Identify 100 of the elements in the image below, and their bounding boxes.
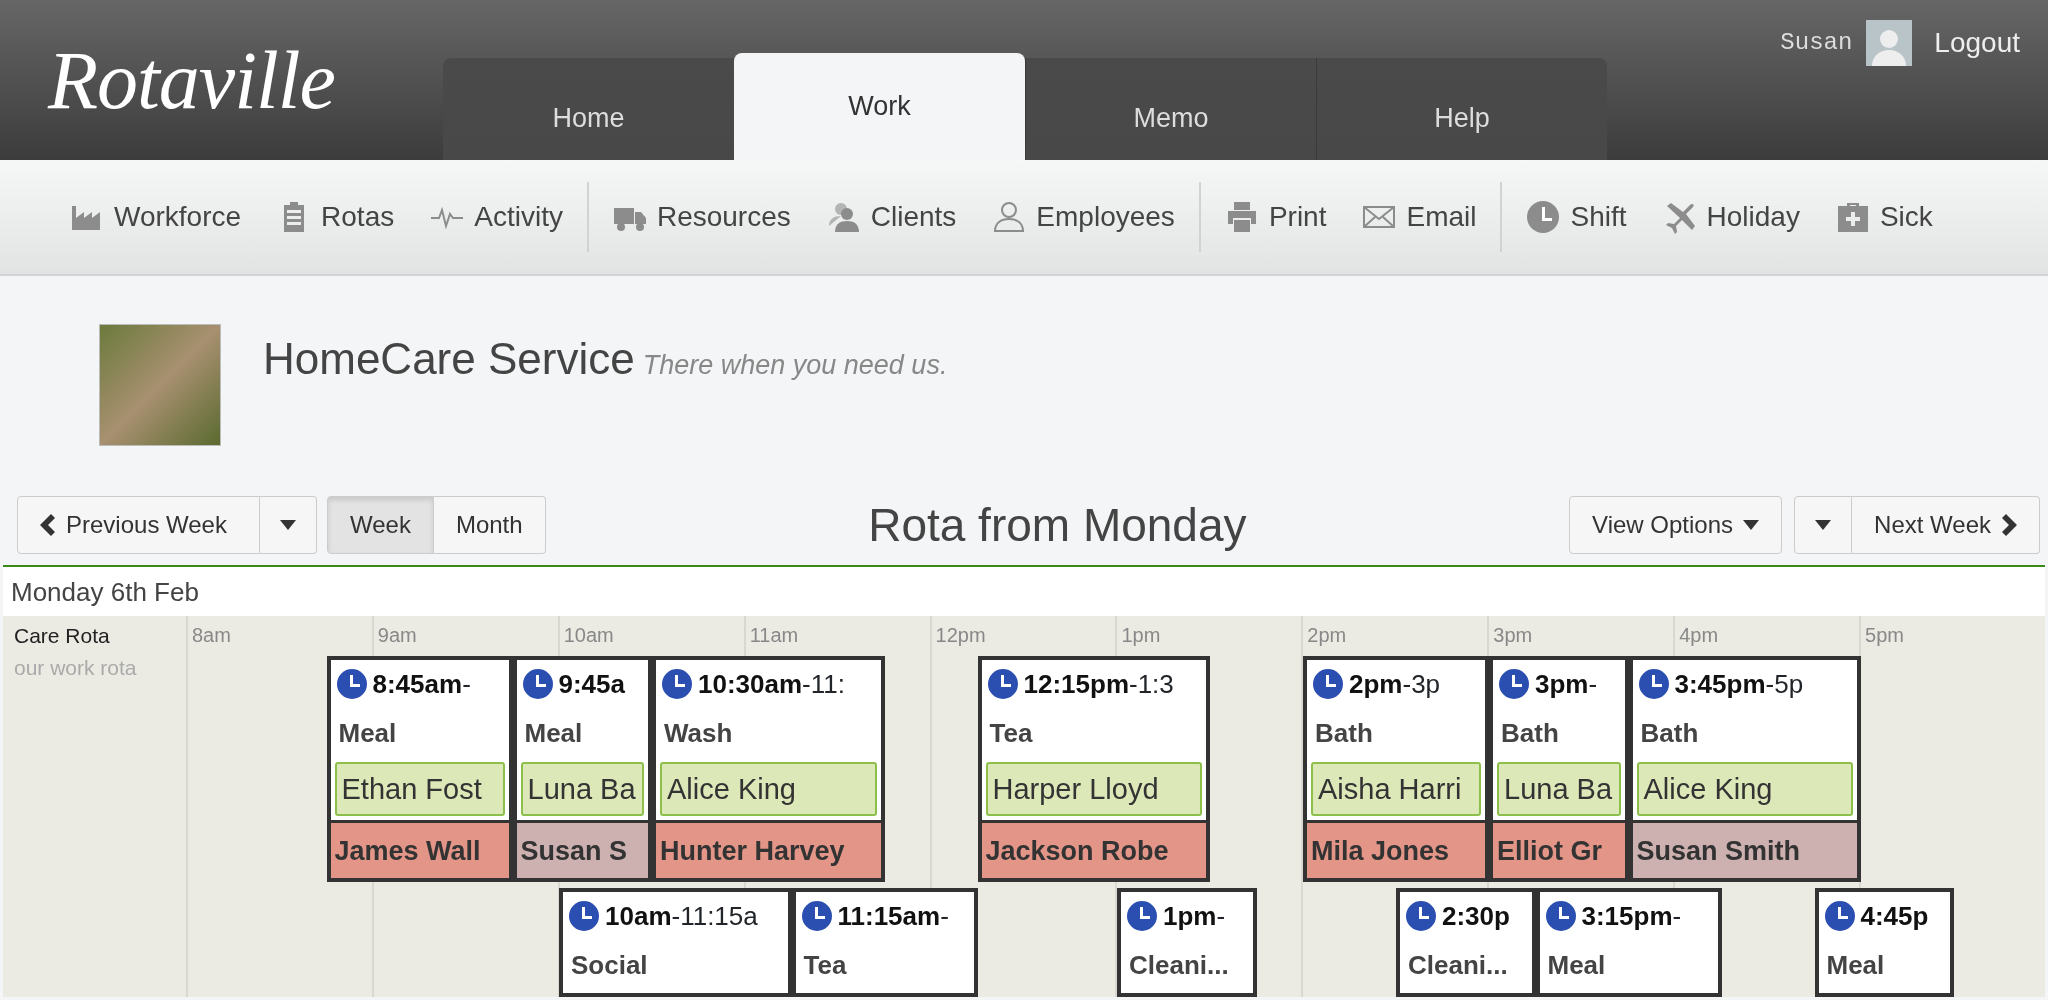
chevron-left-icon xyxy=(40,514,56,536)
toolbar-link[interactable]: Print xyxy=(1224,196,1327,238)
shift-card[interactable]: 3:45pm-5p Bath Alice King Susan Smith xyxy=(1628,656,1861,882)
caret-icon xyxy=(1815,520,1832,530)
carer-name: Susan S xyxy=(516,820,648,878)
shift-card[interactable]: 12:15pm-1:3 Tea Harper Lloyd Jackson Robe xyxy=(977,656,1210,882)
toolbar-link[interactable]: Rotas xyxy=(277,196,395,238)
shift-card[interactable]: 9:45a Meal Luna Ba Susan S xyxy=(512,656,652,882)
logo: Rotaville xyxy=(48,33,335,128)
carer-name: Mila Jones xyxy=(1307,820,1485,878)
shift-activity: Meal xyxy=(337,717,398,750)
shift-card[interactable]: 2:30p Cleani... xyxy=(1396,888,1536,997)
carer-name: James Wall xyxy=(330,820,509,878)
view-options-button[interactable]: View Options xyxy=(1569,496,1783,554)
nav-tab[interactable]: Work xyxy=(734,53,1025,160)
hour-label: 3pm xyxy=(1492,623,1534,648)
hour-label: 5pm xyxy=(1864,623,1905,648)
nav-tab[interactable]: Help xyxy=(1316,58,1607,160)
shift-time: 10am-11:15a xyxy=(605,899,758,933)
hour-label: 8am xyxy=(190,623,232,648)
shift-activity: Bath xyxy=(1500,717,1560,750)
shift-card[interactable]: 1pm- Cleani... xyxy=(1117,888,1257,997)
shift-time: 2pm-3p xyxy=(1349,667,1441,701)
shift-time: 4:45p xyxy=(1860,899,1929,933)
shift-activity: Meal xyxy=(523,717,584,750)
caret-icon xyxy=(280,520,296,530)
shift-card[interactable]: 4:45p Meal xyxy=(1814,888,1954,997)
next-week-button[interactable]: Next Week xyxy=(1852,496,2040,554)
toolbar-link[interactable]: Shift xyxy=(1526,196,1627,238)
dropdown-button[interactable] xyxy=(260,496,317,554)
toolbar-link[interactable]: Clients xyxy=(826,196,957,238)
toolbar-link[interactable]: Activity xyxy=(430,196,563,238)
shift-time: 12:15pm-1:3 xyxy=(1023,667,1174,701)
shift-card[interactable]: 3:15pm- Meal xyxy=(1535,888,1722,997)
shift-card[interactable]: 3pm- Bath Luna Ba Elliot Gr xyxy=(1489,656,1629,882)
avatar-silhouette xyxy=(1866,20,1913,66)
dropdown-button[interactable] xyxy=(1794,496,1853,554)
toolbar-link[interactable]: Resources xyxy=(612,196,791,238)
caret-icon xyxy=(1743,520,1760,530)
logout-link[interactable]: Logout xyxy=(1934,22,2020,64)
nav-tab[interactable]: Memo xyxy=(1025,58,1316,160)
clock-icon xyxy=(1499,669,1529,699)
client-tag: Luna Ba xyxy=(1497,762,1621,816)
shift-activity: Tea xyxy=(802,949,848,982)
toolbar-link[interactable]: Holiday xyxy=(1662,196,1800,238)
carer-name: Susan Smith xyxy=(1632,820,1857,878)
clock-icon xyxy=(662,669,692,699)
client-tag: Ethan Fost xyxy=(334,762,505,816)
client-tag: Harper Lloyd xyxy=(985,762,1202,816)
carer-name: Jackson Robe xyxy=(981,820,1206,878)
client-tag: Luna Ba xyxy=(520,762,644,816)
carer-name: Hunter Harvey xyxy=(656,820,881,878)
hour-label: 10am xyxy=(562,623,615,648)
medical-kit-icon xyxy=(1835,200,1870,234)
hour-label: 9am xyxy=(376,623,418,648)
hour-label: 4pm xyxy=(1678,623,1720,648)
hour-label: 11am xyxy=(748,623,800,648)
clock-icon xyxy=(1545,901,1576,931)
clock-icon xyxy=(1313,669,1343,699)
view-toggle[interactable]: Month xyxy=(433,496,546,554)
user-name: Susan xyxy=(1780,28,1853,58)
carer-name: Elliot Gr xyxy=(1493,820,1625,878)
shift-card[interactable]: 10am-11:15a Social xyxy=(559,888,792,997)
clock-icon xyxy=(987,669,1018,699)
person-icon xyxy=(992,200,1027,234)
shift-card[interactable]: 10:30am-11: Wash Alice King Hunter Harvey xyxy=(652,656,885,882)
client-tag: Alice King xyxy=(660,762,877,816)
toolbar-link[interactable]: Employees xyxy=(992,196,1175,238)
chevron-right-icon xyxy=(2001,514,2017,536)
view-toggle[interactable]: Week xyxy=(327,496,434,554)
shift-card[interactable]: 2pm-3p Bath Aisha Harri Mila Jones xyxy=(1303,656,1489,882)
shift-time: 3pm- xyxy=(1535,667,1598,701)
shift-time: 1pm- xyxy=(1163,899,1226,933)
shift-card[interactable]: 8:45am- Meal Ethan Fost James Wall xyxy=(326,656,513,882)
previous-week-button[interactable]: Previous Week xyxy=(17,496,260,554)
hour-label: 1pm xyxy=(1120,623,1162,648)
toolbar-link[interactable]: Workforce xyxy=(70,196,242,238)
shift-activity: Cleani... xyxy=(1128,949,1230,982)
toolbar-link[interactable]: Sick xyxy=(1835,196,1933,238)
shift-activity: Bath xyxy=(1314,717,1374,750)
clock-icon xyxy=(1526,200,1561,234)
hour-label: 2pm xyxy=(1306,623,1348,648)
shift-time: 3:45pm-5p xyxy=(1674,667,1804,701)
clock-icon xyxy=(569,901,599,931)
company-tagline: There when you need us. xyxy=(642,350,948,380)
rota-name: Care Rota xyxy=(14,623,111,649)
nav-tab[interactable]: Home xyxy=(443,58,734,160)
shift-time: 11:15am- xyxy=(837,899,949,933)
people-icon xyxy=(826,200,861,234)
rota-title: Rota from Monday xyxy=(868,498,1247,551)
toolbar-link[interactable]: Email xyxy=(1362,196,1477,238)
clock-icon xyxy=(1638,669,1669,699)
shift-card[interactable]: 11:15am- Tea xyxy=(791,888,978,997)
rota-note: our work rota xyxy=(14,654,138,681)
clock-icon xyxy=(336,669,367,699)
clock-icon xyxy=(1127,901,1157,931)
client-tag: Alice King xyxy=(1636,762,1853,816)
company-name: HomeCare Service xyxy=(263,334,635,383)
shift-time: 10:30am-11: xyxy=(698,667,845,701)
shift-activity: Meal xyxy=(1546,949,1607,982)
